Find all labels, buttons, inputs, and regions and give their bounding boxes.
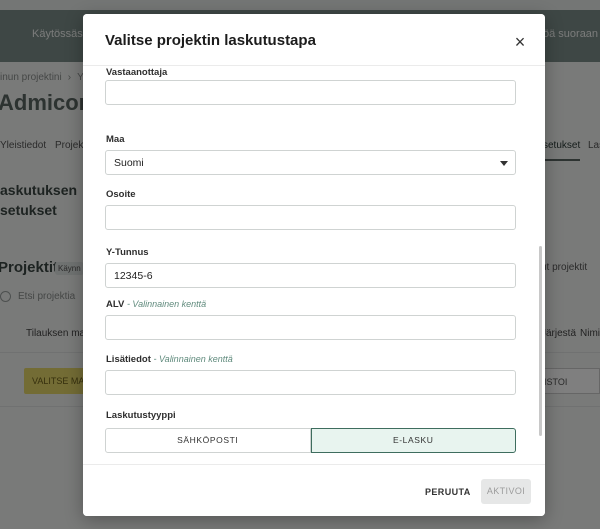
vat-input[interactable] <box>105 315 516 340</box>
close-icon[interactable]: × <box>508 32 532 56</box>
dialog-footer: PERUUTA AKTIVOI <box>83 464 545 516</box>
additional-info-input[interactable] <box>105 370 516 395</box>
country-select-value: Suomi <box>114 157 144 169</box>
invoice-type-toggle: SÄHKÖPOSTI E-LASKU <box>105 428 516 453</box>
chevron-down-icon <box>500 161 508 166</box>
vat-label: ALV - Valinnainen kenttä <box>106 299 206 310</box>
dialog-header: Valitse projektin laskutustapa × <box>83 14 545 66</box>
activate-button[interactable]: AKTIVOI <box>481 479 531 504</box>
invoice-type-label: Laskutustyyppi <box>106 410 176 421</box>
additional-info-label: Lisätiedot - Valinnainen kenttä <box>106 354 233 365</box>
cancel-button[interactable]: PERUUTA <box>425 487 471 497</box>
option-email[interactable]: SÄHKÖPOSTI <box>105 428 311 453</box>
recipient-input[interactable] <box>105 80 516 105</box>
address-label: Osoite <box>106 189 136 200</box>
dialog-body[interactable]: Vastaanottaja Maa Suomi Osoite Y-Tunnus … <box>83 66 545 464</box>
additional-info-label-text: Lisätiedot <box>106 354 151 365</box>
scrollbar[interactable] <box>539 246 542 436</box>
country-label: Maa <box>106 134 125 145</box>
vat-label-text: ALV <box>106 299 125 310</box>
dialog-title: Valitse projektin laskutustapa <box>105 32 316 49</box>
business-id-label: Y-Tunnus <box>106 247 149 258</box>
optional-hint: - Valinnainen kenttä <box>153 354 233 364</box>
country-select[interactable]: Suomi <box>105 150 516 175</box>
option-einvoice[interactable]: E-LASKU <box>310 428 516 453</box>
optional-hint: - Valinnainen kenttä <box>126 299 207 309</box>
address-input[interactable] <box>105 205 516 230</box>
recipient-label: Vastaanottaja <box>106 67 168 78</box>
business-id-input[interactable]: 12345-6 <box>105 263 516 288</box>
billing-method-dialog: Valitse projektin laskutustapa × Vastaan… <box>83 14 545 516</box>
